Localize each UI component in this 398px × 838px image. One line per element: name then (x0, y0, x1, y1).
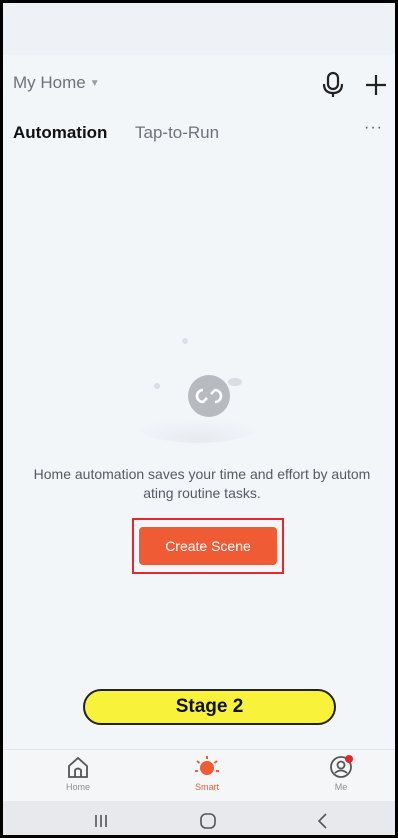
app-screen: My Home ▼ Automation Tap-to-Run ··· Home… (0, 0, 398, 838)
profile-icon (330, 755, 353, 778)
caret-down-icon: ▼ (89, 77, 100, 89)
status-bar (3, 3, 395, 55)
loop-icon (136, 338, 260, 443)
sun-icon (195, 756, 219, 775)
nav-home-label: Home (65, 782, 90, 792)
nav-smart[interactable]: Smart (177, 754, 237, 792)
stage-label: Stage 2 (83, 689, 336, 725)
microphone-icon[interactable] (321, 71, 345, 99)
bottom-navigation: Home Smart Me (3, 749, 395, 801)
more-options-icon[interactable]: ··· (364, 119, 383, 137)
empty-state-message: Home automation saves your time and effo… (33, 466, 371, 501)
create-scene-button[interactable]: Create Scene (139, 527, 277, 565)
add-icon[interactable] (363, 71, 389, 99)
scene-tabs: Automation Tap-to-Run ··· (3, 117, 395, 151)
tab-automation[interactable]: Automation (13, 123, 107, 143)
notification-dot (345, 755, 353, 763)
nav-smart-label: Smart (194, 782, 219, 792)
home-selector[interactable]: My Home ▼ (13, 73, 100, 93)
home-name: My Home (13, 73, 86, 92)
recent-apps-icon[interactable] (91, 811, 111, 831)
nav-me[interactable]: Me (311, 754, 371, 792)
home-button-icon[interactable] (198, 811, 218, 831)
system-navigation-bar (3, 801, 395, 835)
tab-tap-to-run[interactable]: Tap-to-Run (135, 123, 219, 143)
home-icon (68, 756, 88, 778)
nav-me-label: Me (334, 782, 348, 792)
header: My Home ▼ (3, 65, 395, 109)
nav-home[interactable]: Home (48, 754, 108, 792)
back-icon[interactable] (313, 811, 333, 831)
